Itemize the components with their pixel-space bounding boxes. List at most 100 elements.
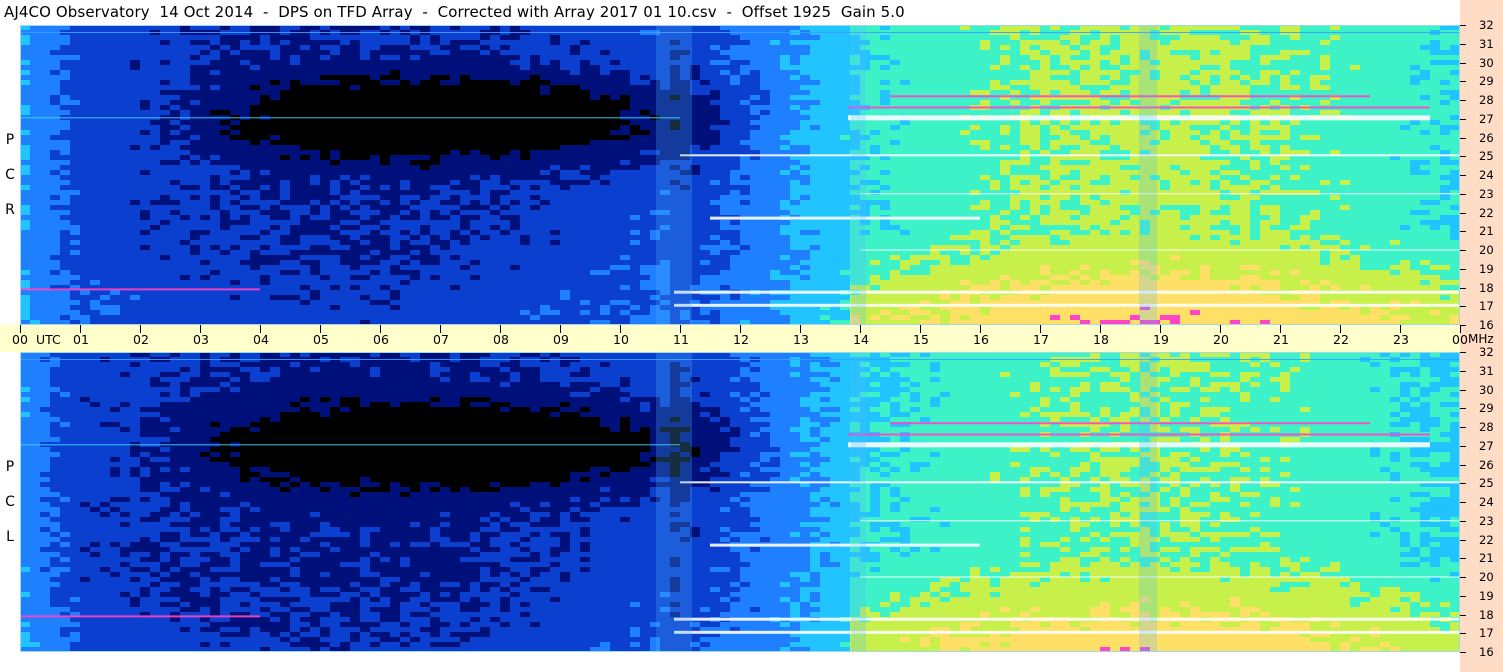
heatmap-cell [1070, 165, 1081, 171]
heatmap-cell [1250, 60, 1261, 66]
heatmap-cell [910, 60, 921, 66]
heatmap-cell [970, 110, 981, 116]
heatmap-cell [490, 50, 501, 56]
heatmap-cell [20, 85, 31, 91]
heatmap-cell [180, 55, 191, 61]
heatmap-cell [80, 175, 91, 181]
heatmap-cell [280, 40, 291, 46]
heatmap-cell [970, 135, 981, 141]
heatmap-cell [530, 160, 541, 166]
heatmap-cell [720, 45, 731, 51]
heatmap-cell [1160, 55, 1171, 61]
heatmap-cell [240, 135, 251, 141]
heatmap-cell [360, 195, 371, 201]
heatmap-cell [20, 95, 31, 101]
heatmap-cell [490, 80, 501, 86]
heatmap-cell [1230, 60, 1241, 66]
heatmap-cell [810, 60, 821, 66]
heatmap-cell [250, 100, 261, 106]
heatmap-cell [290, 105, 301, 111]
heatmap-cell [350, 125, 361, 131]
heatmap-cell [1080, 100, 1091, 106]
heatmap-cell [1370, 60, 1381, 66]
heatmap-cell [260, 45, 271, 51]
heatmap-cell [800, 180, 811, 186]
heatmap-cell [900, 185, 911, 191]
heatmap-cell [970, 35, 981, 41]
heatmap-cell [480, 110, 491, 116]
heatmap-cell [320, 105, 331, 111]
heatmap-cell [900, 170, 911, 176]
heatmap-cell [70, 145, 81, 151]
heatmap-cell [550, 35, 561, 41]
heatmap-cell [1360, 145, 1371, 151]
heatmap-cell [1310, 80, 1321, 86]
heatmap-cell [1430, 190, 1441, 196]
heatmap-cell [970, 85, 981, 91]
heatmap-cell [800, 135, 811, 141]
heatmap-cell [1290, 180, 1301, 186]
heatmap-cell [330, 125, 341, 131]
heatmap-cell [1100, 110, 1111, 116]
heatmap-cell [250, 165, 261, 171]
heatmap-cell [1050, 40, 1061, 46]
heatmap-cell [1430, 75, 1441, 81]
heatmap-cell [870, 70, 881, 76]
heatmap-cell [1450, 170, 1460, 176]
heatmap-cell [1370, 140, 1381, 146]
heatmap-cell [460, 155, 471, 161]
heatmap-cell [470, 75, 481, 81]
heatmap-cell [300, 35, 311, 41]
heatmap-cell [970, 55, 981, 61]
heatmap-cell [1190, 60, 1201, 66]
heatmap-cell [590, 150, 601, 156]
heatmap-cell [500, 135, 511, 141]
heatmap-cell [1370, 170, 1381, 176]
heatmap-cell [530, 55, 541, 61]
heatmap-cell [230, 140, 241, 146]
heatmap-cell [1370, 185, 1381, 191]
heatmap-cell [1120, 125, 1131, 131]
heatmap-cell [340, 155, 351, 161]
heatmap-cell [210, 135, 221, 141]
heatmap-cell [560, 130, 571, 136]
heatmap-cell [940, 190, 951, 196]
heatmap-cell [1040, 190, 1051, 196]
heatmap-cell [780, 140, 791, 146]
heatmap-cell [950, 160, 961, 166]
heatmap-cell [1270, 120, 1281, 126]
heatmap-cell [1190, 65, 1201, 71]
heatmap-cell [580, 170, 591, 176]
heatmap-cell [140, 140, 151, 146]
heatmap-cell [240, 165, 251, 171]
heatmap-cell [100, 140, 111, 146]
heatmap-cell [70, 135, 81, 141]
heatmap-cell [410, 40, 421, 46]
heatmap-cell [430, 75, 441, 81]
heatmap-cell [1180, 35, 1191, 41]
heatmap-cell [490, 140, 501, 146]
heatmap-cell [1330, 130, 1341, 136]
heatmap-cell [1320, 45, 1331, 51]
heatmap-cell [760, 125, 771, 131]
heatmap-cell [450, 120, 461, 126]
heatmap-cell [870, 175, 881, 181]
heatmap-cell [260, 95, 271, 101]
heatmap-cell [920, 145, 931, 151]
heatmap-cell [480, 160, 491, 166]
heatmap-cell [470, 65, 481, 71]
heatmap-cell [1400, 65, 1411, 71]
heatmap-cell [1120, 70, 1131, 76]
heatmap-cell [910, 175, 921, 181]
heatmap-cell [1230, 180, 1241, 186]
heatmap-cell [1040, 120, 1051, 126]
heatmap-cell [840, 95, 851, 101]
heatmap-cell [580, 85, 591, 91]
heatmap-cell [400, 110, 411, 116]
heatmap-cell [960, 140, 971, 146]
heatmap-cell [1020, 190, 1031, 196]
heatmap-cell [910, 55, 921, 61]
heatmap-cell [60, 75, 71, 81]
heatmap-cell [380, 125, 391, 131]
heatmap-cell [900, 135, 911, 141]
